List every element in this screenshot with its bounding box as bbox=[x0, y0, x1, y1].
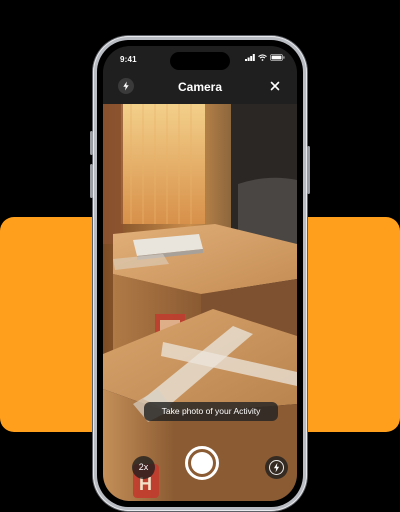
flash-mode-button[interactable] bbox=[265, 456, 288, 479]
zoom-toggle-button[interactable]: 2x bbox=[132, 456, 155, 479]
camera-viewfinder: H bbox=[103, 104, 297, 501]
page: H 9:41 Camera Take photo of your Activit… bbox=[0, 0, 400, 512]
close-button[interactable] bbox=[267, 78, 283, 94]
shutter-inner bbox=[191, 452, 213, 474]
phone-frame: H 9:41 Camera Take photo of your Activit… bbox=[90, 36, 310, 511]
phone-side-button bbox=[90, 164, 93, 198]
dynamic-island bbox=[170, 52, 230, 70]
close-icon bbox=[270, 81, 280, 91]
status-icons bbox=[245, 54, 285, 61]
signal-icon bbox=[245, 54, 255, 61]
app-bar: 9:41 Camera bbox=[103, 46, 297, 104]
phone-side-button bbox=[90, 131, 93, 155]
phone-screen: H 9:41 Camera Take photo of your Activit… bbox=[103, 46, 297, 501]
camera-instruction: Take photo of your Activity bbox=[144, 402, 278, 421]
status-time: 9:41 bbox=[120, 55, 137, 64]
phone-side-button bbox=[307, 146, 310, 194]
flash-icon bbox=[269, 460, 284, 475]
shutter-button[interactable] bbox=[185, 446, 219, 480]
wifi-icon bbox=[258, 54, 267, 61]
battery-icon bbox=[270, 54, 285, 61]
